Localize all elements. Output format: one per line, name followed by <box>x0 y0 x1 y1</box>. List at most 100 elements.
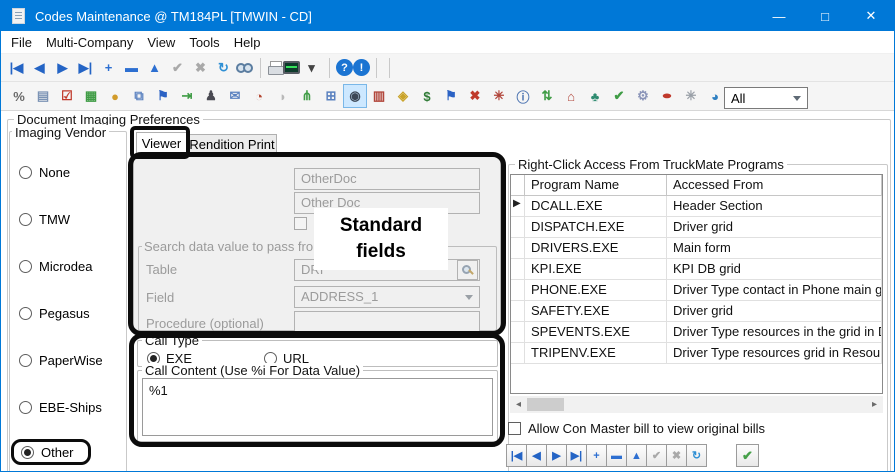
money-pouch-icon[interactable]: ● <box>103 84 127 108</box>
delete-record-icon[interactable]: ▬ <box>120 56 143 80</box>
tab-rendition-print[interactable]: Rendition Print <box>187 134 277 155</box>
table-header: Program Name Accessed From <box>511 175 882 196</box>
network-icon[interactable]: ✳ <box>487 84 511 108</box>
close-button[interactable]: ✕ <box>848 1 894 31</box>
allow-con-master-option[interactable]: Allow Con Master bill to view original b… <box>508 421 765 436</box>
separator[interactable] <box>376 58 377 78</box>
search-icon[interactable] <box>235 62 254 74</box>
agent-icon[interactable]: ♟ <box>199 84 223 108</box>
vendor-radio-option[interactable]: Pegasus <box>19 303 90 323</box>
first-record-icon[interactable]: |◀ <box>5 56 28 80</box>
vendor-radio-option[interactable]: None <box>19 162 70 182</box>
cancel-edit-icon[interactable]: ✖ <box>189 56 212 80</box>
vendor-radio-option[interactable]: PaperWise <box>19 350 103 370</box>
minimize-button[interactable]: — <box>756 1 802 31</box>
box-check-icon[interactable]: ◈ <box>391 84 415 108</box>
nav-next-button[interactable]: ▶ <box>546 444 567 467</box>
forward-board-icon[interactable]: ⇥ <box>175 84 199 108</box>
menu-item[interactable]: View <box>140 33 182 52</box>
chart-icon[interactable]: ▦ <box>79 84 103 108</box>
flag-icon[interactable]: ⚑ <box>151 84 175 108</box>
scrollbar-thumb[interactable] <box>527 398 564 411</box>
column-accessed-from[interactable]: Accessed From <box>667 175 882 196</box>
car-icon[interactable]: ● <box>645 84 688 108</box>
prior-record-icon[interactable]: ◀ <box>28 56 51 80</box>
scroll-right-icon[interactable]: ▸ <box>866 396 883 413</box>
scroll-left-icon[interactable]: ◂ <box>510 396 527 413</box>
last-record-icon[interactable]: ▶| <box>74 56 97 80</box>
table-row[interactable]: PHONE.EXE Driver Type contact in Phone m… <box>511 280 882 301</box>
mail-check-icon[interactable]: ✉ <box>223 84 247 108</box>
nav-first-button[interactable]: |◀ <box>506 444 527 467</box>
horizontal-scrollbar[interactable]: ◂ ▸ <box>510 396 883 413</box>
sort-shapes-icon[interactable]: ⇅ <box>535 84 559 108</box>
separator[interactable] <box>329 58 330 78</box>
gauge-icon[interactable]: ◔ <box>247 84 271 108</box>
toll-truck-icon[interactable]: ▥ <box>367 84 391 108</box>
menu-item[interactable]: Tools <box>182 33 226 52</box>
imaging-camera-icon[interactable]: ◉ <box>343 84 367 108</box>
table-row[interactable]: KPI.EXE KPI DB grid <box>511 259 882 280</box>
maximize-button[interactable]: □ <box>802 1 848 31</box>
document-type-field: OtherDoc <box>294 168 480 190</box>
hook-icon[interactable]: ◗ <box>271 84 295 108</box>
tab-viewer[interactable]: Viewer <box>136 132 187 156</box>
nav-cancel-button[interactable]: ✖ <box>666 444 687 467</box>
nav-last-button[interactable]: ▶| <box>566 444 587 467</box>
separator[interactable] <box>389 58 390 78</box>
vendor-radio-option[interactable]: TMW <box>19 209 70 229</box>
green-check-icon[interactable]: ✔ <box>607 84 631 108</box>
table-row[interactable]: DISPATCH.EXE Driver grid <box>511 217 882 238</box>
vendor-radio-option[interactable]: Microdea <box>19 256 92 276</box>
standard-fields-callout: Standard fields <box>314 208 448 270</box>
accessed-from-cell: Driver Type resources grid in Resources … <box>667 343 882 364</box>
copy-check-icon[interactable]: ⧉ <box>127 84 151 108</box>
refresh-icon[interactable]: ↻ <box>212 56 235 80</box>
next-record-icon[interactable]: ▶ <box>51 56 74 80</box>
tree-icon[interactable]: ♣ <box>583 84 607 108</box>
flag2-icon[interactable]: ⚑ <box>439 84 463 108</box>
commit-button[interactable]: ✔ <box>736 444 759 467</box>
calendar-icon[interactable]: ⊞ <box>319 84 343 108</box>
print-icon[interactable] <box>267 61 283 74</box>
filter-select[interactable]: All <box>724 87 808 109</box>
call-content-input[interactable]: %1 <box>142 378 493 436</box>
column-program-name[interactable]: Program Name <box>525 175 667 196</box>
table-body: ▶ DCALL.EXE Header Section DISPATCH.EXE … <box>511 196 882 364</box>
menu-item[interactable]: Help <box>227 33 268 52</box>
nav-prior-button[interactable]: ◀ <box>526 444 547 467</box>
help-icon[interactable]: ? <box>336 59 353 76</box>
table-row[interactable]: SPEVENTS.EXE Driver Type resources in th… <box>511 322 882 343</box>
info-icon[interactable]: ! <box>353 59 370 76</box>
separator[interactable] <box>260 58 261 78</box>
allow-con-master-checkbox[interactable] <box>508 422 521 435</box>
home-icon[interactable]: ⌂ <box>559 84 583 108</box>
table-lookup-button <box>457 260 478 280</box>
screen-dropdown-icon[interactable]: ▾ <box>300 56 323 80</box>
vendor-radio-option[interactable]: EBE-Ships <box>19 397 102 417</box>
nav-delete-button[interactable]: ▬ <box>606 444 627 467</box>
nav-edit-button[interactable]: ▲ <box>626 444 647 467</box>
org-chart-icon[interactable]: ⋔ <box>295 84 319 108</box>
call-content-label: Call Content (Use %i For Data Value) <box>142 363 363 378</box>
table-row[interactable]: SAFETY.EXE Driver grid <box>511 301 882 322</box>
screen-icon[interactable] <box>283 61 300 74</box>
checklist-icon[interactable]: ☑ <box>55 84 79 108</box>
vendor-radio-option[interactable]: Other <box>11 439 91 465</box>
insert-record-icon[interactable]: + <box>97 56 120 80</box>
nav-post-button[interactable]: ✔ <box>646 444 667 467</box>
table-row[interactable]: DRIVERS.EXE Main form <box>511 238 882 259</box>
percent-icon[interactable]: % <box>7 84 31 108</box>
doc-info-icon[interactable]: ⓘ <box>511 84 535 108</box>
table-row[interactable]: ▶ DCALL.EXE Header Section <box>511 196 882 217</box>
edit-record-icon[interactable]: ▲ <box>143 56 166 80</box>
nav-refresh-button[interactable]: ↻ <box>686 444 707 467</box>
table-row[interactable]: TRIPENV.EXE Driver Type resources grid i… <box>511 343 882 364</box>
broken-network-icon[interactable]: ✖ <box>463 84 487 108</box>
invoice-icon[interactable]: $ <box>415 84 439 108</box>
menu-item[interactable]: Multi-Company <box>39 33 140 52</box>
menu-item[interactable]: File <box>4 33 39 52</box>
report-icon[interactable]: ▤ <box>31 84 55 108</box>
post-edit-icon[interactable]: ✔ <box>166 56 189 80</box>
nav-insert-button[interactable]: + <box>586 444 607 467</box>
